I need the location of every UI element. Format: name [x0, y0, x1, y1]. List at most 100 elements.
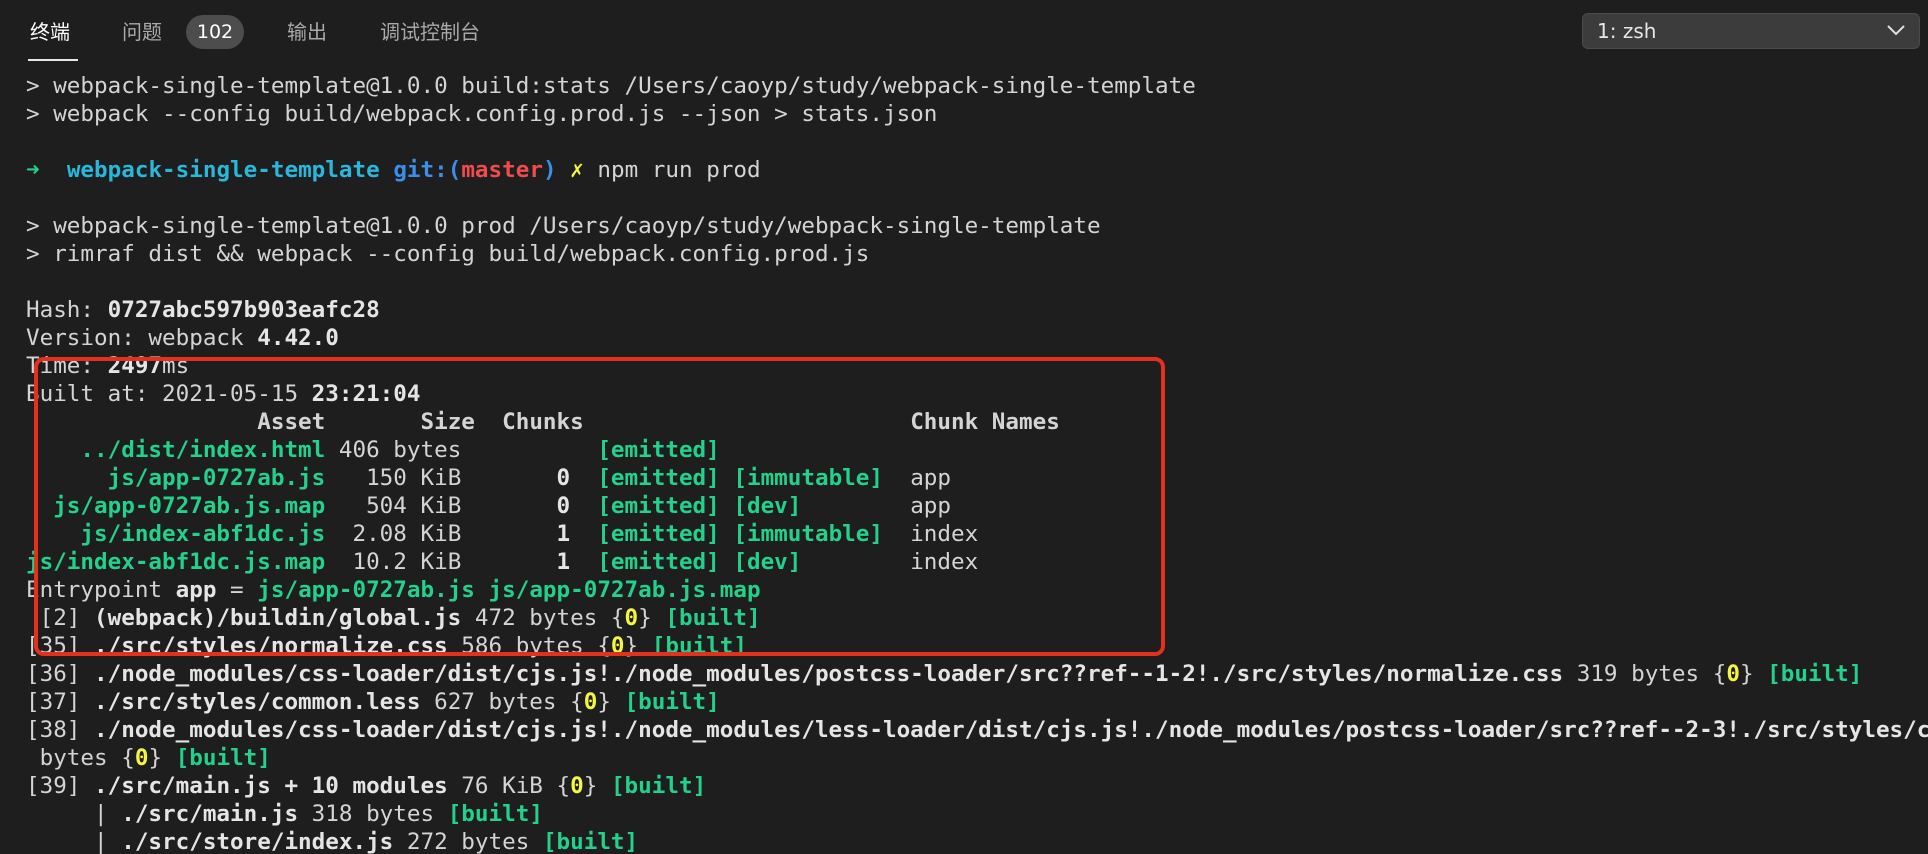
module-line: [2] (webpack)/buildin/global.js 472 byte… — [26, 604, 1928, 632]
module-id: [36] — [26, 661, 95, 687]
problems-count-badge: 102 — [186, 15, 244, 49]
module-path: (webpack)/buildin/global.js — [94, 605, 462, 631]
asset-chunks: 1 — [461, 521, 598, 547]
submodule-size: 272 bytes — [393, 829, 543, 854]
asset-row: js/index-abf1dc.js.map 10.2 KiB 1 [emitt… — [26, 548, 1928, 576]
terminal-line: > webpack-single-template@1.0.0 build:st… — [26, 73, 1196, 99]
prompt-git-open: git:( — [393, 157, 462, 183]
header-size: Size — [325, 409, 475, 435]
module-line: [38] ./node_modules/css-loader/dist/cjs.… — [26, 716, 1928, 744]
asset-chunks: 0 — [461, 493, 598, 519]
asset-flag: [immutable] — [733, 465, 911, 491]
module-id: [38] — [26, 717, 95, 743]
hash-label: Hash: — [26, 297, 108, 323]
build-hash-line: Hash: 0727abc597b903eafc28 — [26, 296, 1928, 324]
wrap-status: [built] — [175, 745, 271, 771]
chevron-down-icon — [1887, 25, 1905, 36]
asset-row: js/app-0727ab.js 150 KiB 0 [emitted] [im… — [26, 464, 1928, 492]
module-id: [35] — [26, 633, 95, 659]
module-line: [36] ./node_modules/css-loader/dist/cjs.… — [26, 660, 1928, 688]
time-unit: ms — [162, 353, 190, 379]
tab-debug-console[interactable]: 调试控制台 — [380, 18, 480, 46]
terminal-line: > rimraf dist && webpack --config build/… — [26, 241, 870, 267]
asset-name: ../dist/index.html — [26, 437, 326, 463]
asset-row: ../dist/index.html 406 bytes [emitted] — [26, 436, 1928, 464]
terminal-select[interactable]: 1: zsh — [1582, 13, 1920, 49]
submodule-status: [built] — [542, 829, 639, 854]
built-at-label: Built at: 2021-05-15 — [26, 381, 312, 407]
asset-name: js/app-0727ab.js — [26, 465, 326, 491]
asset-emitted: [emitted] — [597, 549, 734, 575]
entrypoint-eq: = — [216, 577, 258, 603]
asset-chunk-name: index — [910, 549, 979, 575]
asset-chunk-name: app — [910, 465, 952, 491]
prompt-git-close: ) — [542, 157, 557, 183]
panel-tab-bar: 终端 问题 102 输出 调试控制台 1: zsh — [0, 0, 1928, 64]
terminal-line: > webpack --config build/webpack.config.… — [26, 101, 938, 127]
tab-problems[interactable]: 问题 — [122, 18, 162, 46]
time-label: Time: — [26, 353, 108, 379]
module-close: } — [597, 689, 625, 715]
submodule-line: | ./src/main.js 318 bytes [built] — [26, 800, 1928, 828]
asset-size: 504 KiB — [325, 493, 462, 519]
module-path: ./node_modules/css-loader/dist/cjs.js!./… — [94, 717, 1928, 743]
version-label: Version: webpack — [26, 325, 258, 351]
asset-flag: [immutable] — [733, 521, 911, 547]
submodule-size: 318 bytes — [298, 801, 448, 827]
module-path: ./src/styles/normalize.css — [94, 633, 448, 659]
module-line: [37] ./src/styles/common.less 627 bytes … — [26, 688, 1928, 716]
asset-chunks: 1 — [461, 549, 598, 575]
module-chunk: 0 — [1726, 661, 1740, 687]
tab-output[interactable]: 输出 — [287, 18, 327, 46]
built-at-time: 23:21:04 — [311, 381, 421, 407]
module-close: } — [1739, 661, 1768, 687]
hash-value: 0727abc597b903eafc28 — [107, 297, 380, 323]
prompt-arrow-icon: ➜ — [26, 157, 40, 183]
build-time-line: Time: 2497ms — [26, 352, 1928, 380]
build-version-line: Version: webpack 4.42.0 — [26, 324, 1928, 352]
asset-emitted: [emitted] — [597, 521, 734, 547]
prompt-directory: webpack-single-template — [66, 157, 380, 183]
header-asset: Asset — [26, 409, 326, 435]
module-close: } — [624, 633, 652, 659]
entrypoint-files: js/app-0727ab.js js/app-0727ab.js.map — [257, 577, 761, 603]
submodule-path: ./src/main.js — [121, 801, 299, 827]
asset-row: js/index-abf1dc.js 2.08 KiB 1 [emitted] … — [26, 520, 1928, 548]
module-wrap-line: bytes {0} [built] — [26, 744, 1928, 772]
module-chunk: 0 — [583, 689, 598, 715]
submodule-pipe: | — [26, 829, 122, 854]
asset-chunks: 0 — [461, 465, 598, 491]
terminal-line: > webpack-single-template@1.0.0 prod /Us… — [26, 213, 1101, 239]
asset-emitted: [emitted] — [597, 437, 720, 463]
module-size: 76 KiB { — [447, 773, 571, 799]
tab-terminal[interactable]: 终端 — [30, 18, 70, 46]
module-id: [39] — [26, 773, 95, 799]
terminal-select-value: 1: zsh — [1597, 19, 1657, 43]
module-id: [37] — [26, 689, 95, 715]
active-tab-indicator — [28, 59, 78, 61]
module-path: ./src/main.js + 10 modules — [94, 773, 448, 799]
module-id: [2] — [26, 605, 95, 631]
asset-name: js/index-abf1dc.js — [26, 521, 326, 547]
entrypoint-name: app — [175, 577, 217, 603]
module-line: [39] ./src/main.js + 10 modules 76 KiB {… — [26, 772, 1928, 800]
asset-table-header: Asset Size Chunks Chunk Names — [26, 408, 1928, 436]
asset-emitted: [emitted] — [597, 493, 734, 519]
entrypoint-label: Entrypoint — [26, 577, 176, 603]
build-built-at-line: Built at: 2021-05-15 23:21:04 — [26, 380, 1928, 408]
submodule-status: [built] — [447, 801, 543, 827]
module-path: ./src/styles/common.less — [94, 689, 421, 715]
module-status: [built] — [665, 605, 761, 631]
time-value: 2497 — [107, 353, 163, 379]
module-status: [built] — [651, 633, 747, 659]
terminal-output[interactable]: > webpack-single-template@1.0.0 build:st… — [26, 72, 1928, 854]
asset-chunks — [461, 437, 597, 463]
asset-name: js/index-abf1dc.js.map — [26, 549, 326, 575]
wrap-size: bytes { — [26, 745, 135, 771]
asset-emitted: [emitted] — [597, 465, 734, 491]
module-size: 586 bytes { — [447, 633, 611, 659]
header-chunk-names: Chunk Names — [583, 409, 1060, 435]
